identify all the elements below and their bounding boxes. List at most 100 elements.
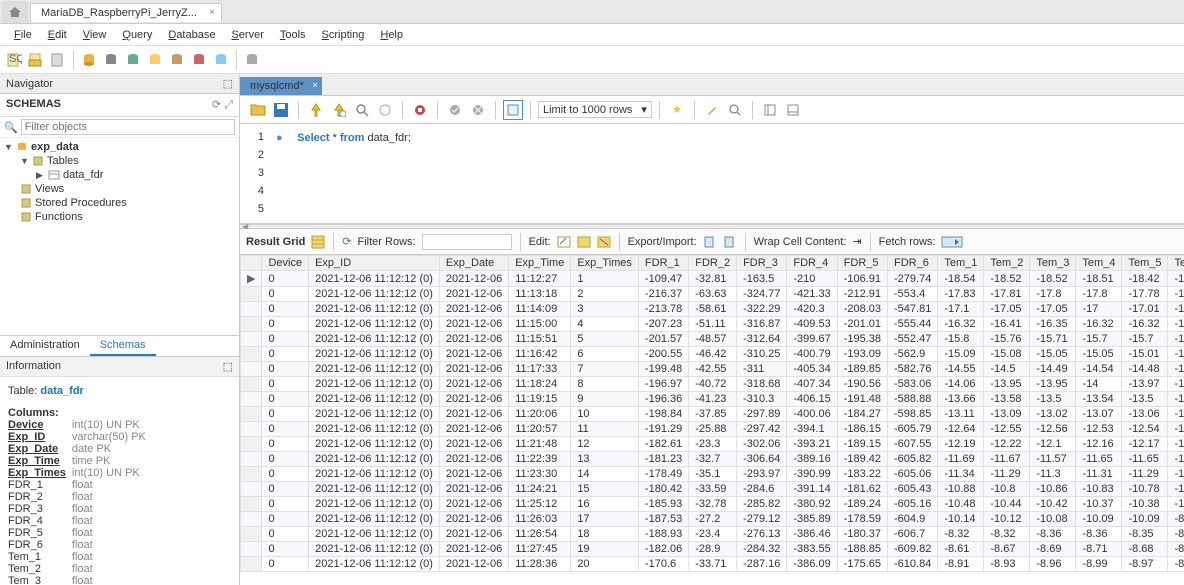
grid-icon[interactable] bbox=[311, 235, 325, 249]
cell[interactable]: -18.52 bbox=[984, 271, 1030, 287]
cell[interactable]: -13.5 bbox=[1030, 392, 1076, 407]
cell[interactable]: -297.42 bbox=[737, 422, 787, 437]
cell[interactable]: 2021-12-06 bbox=[439, 467, 508, 482]
cell[interactable]: -12.16 bbox=[1076, 437, 1122, 452]
cell[interactable]: -10.14 bbox=[938, 512, 984, 527]
tree-table-data-fdr[interactable]: data_fdr bbox=[63, 169, 103, 181]
cell[interactable]: -607.55 bbox=[888, 437, 938, 452]
cell[interactable]: -15.7 bbox=[1122, 332, 1168, 347]
cell[interactable]: 0 bbox=[262, 422, 309, 437]
cell[interactable]: -196.36 bbox=[638, 392, 688, 407]
cell[interactable]: -188.93 bbox=[638, 527, 688, 542]
cell[interactable]: -14.54 bbox=[1076, 362, 1122, 377]
row-selector[interactable] bbox=[241, 256, 262, 271]
cell[interactable]: -189.15 bbox=[837, 437, 887, 452]
col-header[interactable]: FDR_4 bbox=[787, 256, 837, 271]
cell[interactable]: 2021-12-06 bbox=[439, 482, 508, 497]
cell[interactable]: 2021-12-06 bbox=[439, 437, 508, 452]
cell[interactable]: -32.78 bbox=[689, 497, 737, 512]
cell[interactable]: 2021-12-06 11:12:12 (0) bbox=[309, 422, 440, 437]
cell[interactable]: -12.98 bbox=[1168, 407, 1184, 422]
cell[interactable]: -609.82 bbox=[888, 542, 938, 557]
cell[interactable]: 0 bbox=[262, 512, 309, 527]
col-header[interactable]: Tem_6 bbox=[1168, 256, 1184, 271]
cell[interactable]: -170.6 bbox=[638, 557, 688, 572]
cell[interactable]: -189.85 bbox=[837, 362, 887, 377]
cell[interactable]: 0 bbox=[262, 362, 309, 377]
cell[interactable]: -163.5 bbox=[737, 271, 787, 287]
tab-schemas[interactable]: Schemas bbox=[90, 336, 156, 356]
cell[interactable]: -10.38 bbox=[1122, 497, 1168, 512]
cell[interactable]: -13.95 bbox=[984, 377, 1030, 392]
cell[interactable]: -51.11 bbox=[689, 317, 737, 332]
cell[interactable]: -15.68 bbox=[1168, 332, 1184, 347]
cell[interactable]: -12.52 bbox=[1168, 422, 1184, 437]
cell[interactable]: 2021-12-06 11:12:12 (0) bbox=[309, 497, 440, 512]
row-selector[interactable] bbox=[241, 422, 262, 437]
menu-file[interactable]: File bbox=[6, 27, 40, 42]
row-selector[interactable] bbox=[241, 377, 262, 392]
cell[interactable]: 2021-12-06 11:12:12 (0) bbox=[309, 347, 440, 362]
cell[interactable]: 2021-12-06 11:12:12 (0) bbox=[309, 452, 440, 467]
col-header[interactable]: Tem_4 bbox=[1076, 256, 1122, 271]
cell[interactable]: -18.54 bbox=[938, 271, 984, 287]
cell[interactable]: -15.05 bbox=[1076, 347, 1122, 362]
col-header[interactable]: FDR_5 bbox=[837, 256, 887, 271]
cell[interactable]: -11.3 bbox=[1030, 467, 1076, 482]
open-script-icon[interactable] bbox=[48, 50, 68, 70]
cell[interactable]: 2021-12-06 11:12:12 (0) bbox=[309, 271, 440, 287]
cell[interactable]: 6 bbox=[571, 347, 639, 362]
cell[interactable]: -605.16 bbox=[888, 497, 938, 512]
cell[interactable]: -400.79 bbox=[787, 347, 837, 362]
cell[interactable]: -598.85 bbox=[888, 407, 938, 422]
menu-server[interactable]: Server bbox=[223, 27, 271, 42]
cell[interactable]: 15 bbox=[571, 482, 639, 497]
cell[interactable]: -393.21 bbox=[787, 437, 837, 452]
connection-tab[interactable]: MariaDB_RaspberryPi_JerryZ...× bbox=[30, 3, 222, 22]
cell[interactable]: -212.91 bbox=[837, 287, 887, 302]
cell[interactable]: -63.63 bbox=[689, 287, 737, 302]
cell[interactable]: -604.9 bbox=[888, 512, 938, 527]
cell[interactable]: -18.39 bbox=[1168, 271, 1184, 287]
cell[interactable]: -12.19 bbox=[938, 437, 984, 452]
cell[interactable]: -201.01 bbox=[837, 317, 887, 332]
cell[interactable]: -187.53 bbox=[638, 512, 688, 527]
row-selector[interactable] bbox=[241, 362, 262, 377]
cell[interactable]: -10.09 bbox=[1122, 512, 1168, 527]
cell[interactable]: -183.22 bbox=[837, 467, 887, 482]
cell[interactable]: -8.35 bbox=[1122, 527, 1168, 542]
cell[interactable]: 11:13:18 bbox=[509, 287, 571, 302]
cell[interactable]: 2021-12-06 11:12:12 (0) bbox=[309, 287, 440, 302]
cell[interactable]: -553.4 bbox=[888, 287, 938, 302]
execute-icon[interactable] bbox=[306, 100, 326, 120]
cell[interactable]: -15.7 bbox=[1076, 332, 1122, 347]
cell[interactable]: 11:20:57 bbox=[509, 422, 571, 437]
filter-input[interactable] bbox=[21, 119, 235, 135]
cell[interactable]: -12.22 bbox=[984, 437, 1030, 452]
cell[interactable]: 11:17:33 bbox=[509, 362, 571, 377]
cell[interactable]: -42.55 bbox=[689, 362, 737, 377]
cell[interactable]: 2021-12-06 11:12:12 (0) bbox=[309, 512, 440, 527]
cell[interactable]: -10.09 bbox=[1076, 512, 1122, 527]
cell[interactable]: -8.99 bbox=[1076, 557, 1122, 572]
row-selector[interactable] bbox=[241, 497, 262, 512]
cell[interactable]: -276.13 bbox=[737, 527, 787, 542]
cell[interactable]: -10.3 bbox=[1168, 497, 1184, 512]
cell[interactable]: -10.42 bbox=[1030, 497, 1076, 512]
menu-database[interactable]: Database bbox=[160, 27, 223, 42]
cell[interactable]: -16.41 bbox=[984, 317, 1030, 332]
row-selector[interactable] bbox=[241, 392, 262, 407]
rollback-icon[interactable] bbox=[468, 100, 488, 120]
save-icon[interactable] bbox=[271, 100, 291, 120]
tab-administration[interactable]: Administration bbox=[0, 336, 90, 356]
cell[interactable]: -8.96 bbox=[1030, 557, 1076, 572]
open-sql-icon[interactable] bbox=[26, 50, 46, 70]
cell[interactable]: -386.46 bbox=[787, 527, 837, 542]
cell[interactable]: 11:22:39 bbox=[509, 452, 571, 467]
cell[interactable]: -11.24 bbox=[1168, 467, 1184, 482]
cell[interactable]: -196.97 bbox=[638, 377, 688, 392]
explain-icon[interactable] bbox=[352, 100, 372, 120]
cell[interactable]: -193.09 bbox=[837, 347, 887, 362]
cell[interactable]: -552.47 bbox=[888, 332, 938, 347]
cell[interactable]: -15.01 bbox=[1122, 347, 1168, 362]
